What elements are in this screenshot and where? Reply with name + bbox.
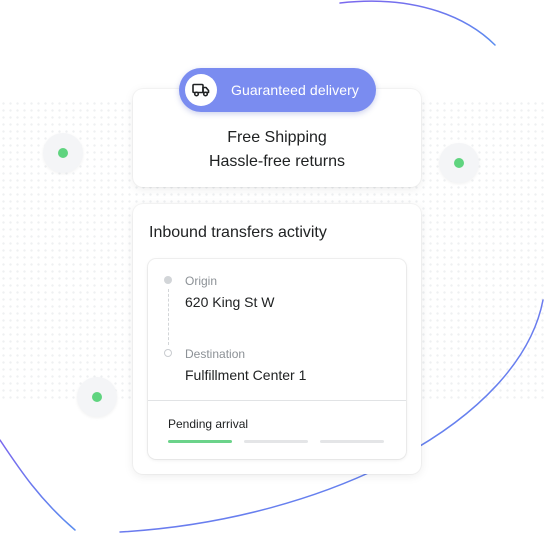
truck-icon-svg xyxy=(192,83,210,97)
progress-step-3 xyxy=(320,440,384,443)
divider xyxy=(148,400,406,401)
origin-value: 620 King St W xyxy=(185,294,275,310)
card-title: Inbound transfers activity xyxy=(149,224,327,241)
perk-free-shipping: Free Shipping xyxy=(227,129,327,146)
badge-label: Guaranteed delivery xyxy=(231,82,359,98)
destination-dot-icon xyxy=(164,349,172,357)
map-marker xyxy=(77,377,117,417)
guaranteed-delivery-badge: Guaranteed delivery xyxy=(179,68,376,112)
inbound-transfers-card: Inbound transfers activity Origin 620 Ki… xyxy=(133,204,421,474)
origin-dot-icon xyxy=(164,276,172,284)
marker-dot xyxy=(454,158,464,168)
destination-value: Fulfillment Center 1 xyxy=(185,367,307,383)
marker-dot xyxy=(92,392,102,402)
progress-step-1 xyxy=(168,440,232,443)
origin-label: Origin xyxy=(185,274,218,288)
marker-dot xyxy=(58,148,68,158)
status-text: Pending arrival xyxy=(168,417,249,431)
progress-step-2 xyxy=(244,440,308,443)
route-line xyxy=(168,289,169,345)
destination-label: Destination xyxy=(185,347,246,361)
truck-icon xyxy=(185,74,217,106)
transfer-details: Origin 620 King St W Destination Fulfill… xyxy=(148,259,406,459)
map-marker xyxy=(439,143,479,183)
perk-returns: Hassle-free returns xyxy=(208,153,346,170)
map-marker xyxy=(43,133,83,173)
